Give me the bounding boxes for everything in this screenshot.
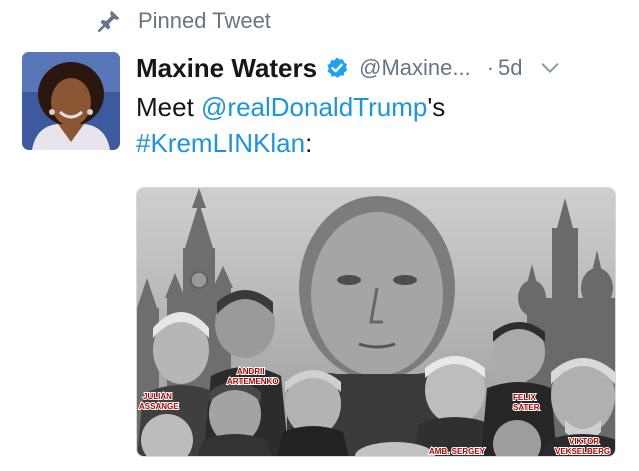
chevron-down-icon[interactable]	[539, 57, 561, 79]
verified-badge-icon	[327, 57, 348, 78]
caption-felix-line2: SATER	[513, 403, 540, 412]
tweet-text-part: :	[305, 128, 313, 158]
tweet-media-image[interactable]: JULIAN ASSANGE ANDRII ARTEMENKO FELIX SA…	[136, 187, 616, 457]
caption-julian-line2: ASSANGE	[139, 402, 179, 411]
display-name[interactable]: Maxine Waters	[136, 53, 317, 84]
tweet-header: Maxine Waters @Maxine... · 5d	[136, 50, 626, 86]
pinned-label: Pinned Tweet	[138, 8, 271, 33]
handle[interactable]: @Maxine...	[359, 55, 471, 81]
tweet-text-part: Meet	[136, 92, 202, 122]
caption-andrii-line1: ANDRII	[237, 367, 265, 376]
caption-andrii-line2: ARTEMENKO	[227, 377, 279, 386]
caption-viktor-line2: VEKSELBERG	[555, 447, 610, 456]
tweet-text: Meet @realDonaldTrump's #KremLINKlan:	[136, 89, 445, 161]
caption-felix-line1: FELIX	[513, 393, 536, 402]
caption-julian-line1: JULIAN	[143, 392, 172, 401]
timestamp[interactable]: 5d	[498, 55, 522, 81]
avatar[interactable]	[22, 52, 120, 150]
separator-dot: ·	[486, 55, 495, 80]
caption-sergey: AMB. SERGEY	[429, 447, 486, 456]
pinned-indicator: Pinned Tweet	[96, 8, 271, 34]
pin-icon	[97, 10, 120, 33]
caption-viktor-line1: VIKTOR	[569, 437, 599, 446]
mention-link[interactable]: @realDonaldTrump	[201, 92, 427, 122]
tweet-text-part: 's	[427, 92, 446, 122]
hashtag-link[interactable]: #KremLINKlan	[136, 128, 305, 158]
